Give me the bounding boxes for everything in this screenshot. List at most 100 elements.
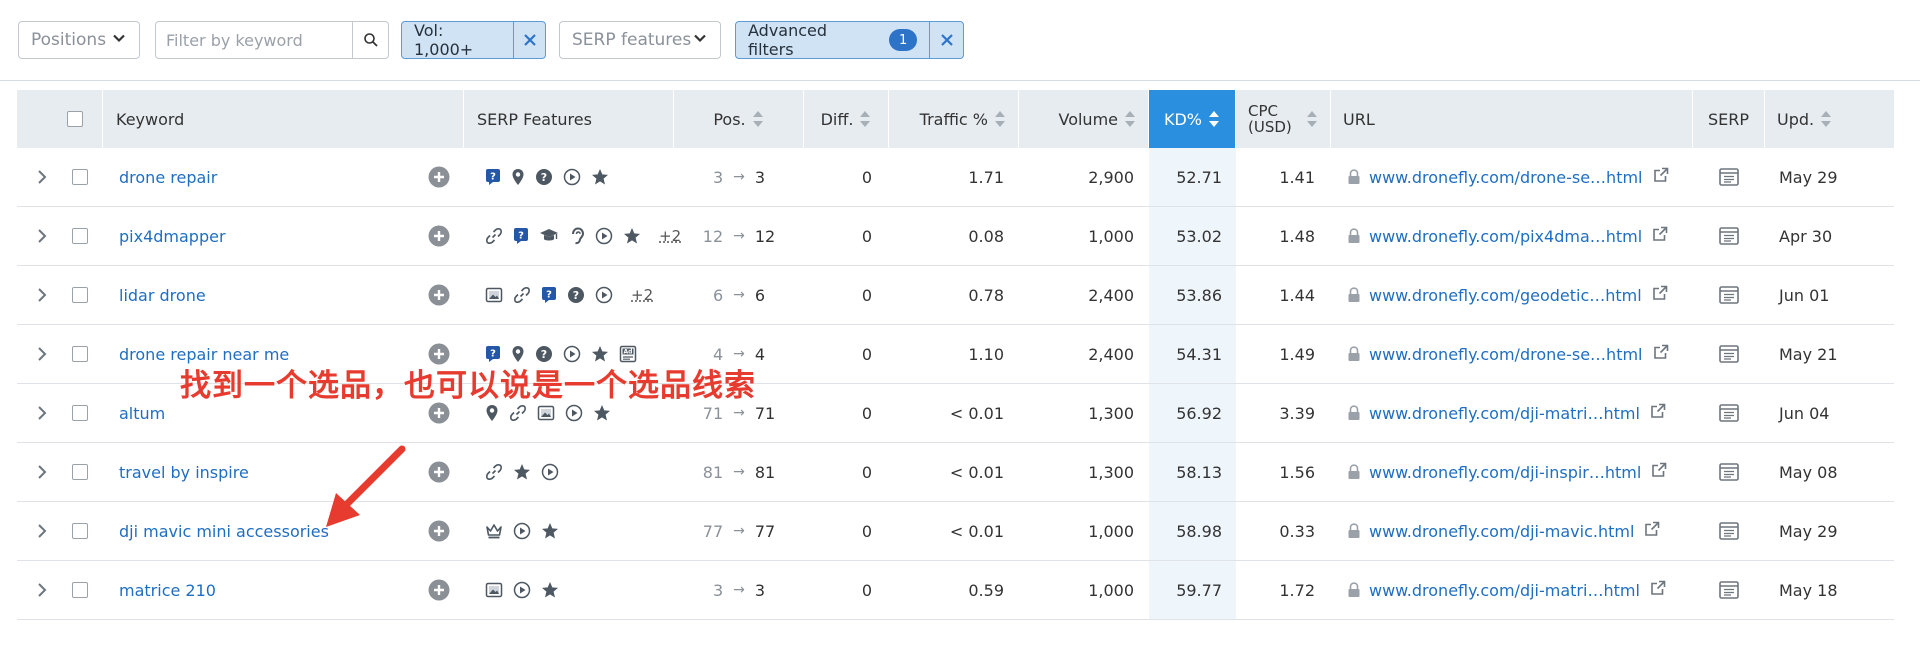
add-keyword-button[interactable] (428, 266, 450, 324)
row-checkbox[interactable] (72, 405, 88, 421)
row-checkbox[interactable] (72, 464, 88, 480)
col-volume-label: Volume (1058, 109, 1118, 129)
expand-row-button[interactable] (37, 207, 57, 265)
col-keyword[interactable]: Keyword (103, 90, 464, 148)
serp-snapshot-button[interactable] (1693, 325, 1765, 383)
remove-volume-filter-button[interactable] (513, 22, 545, 58)
sort-icon (1124, 109, 1136, 129)
url-cell: www.dronefly.com/geodetic…html (1347, 266, 1668, 324)
keyword-filter-input[interactable] (156, 22, 352, 58)
external-link-icon[interactable] (1652, 285, 1668, 305)
volume-value: 1,000 (1088, 580, 1134, 600)
expand-row-button[interactable] (37, 384, 57, 442)
question-feature-icon: ? (567, 286, 585, 304)
keyword-link[interactable]: matrice 210 (119, 561, 216, 619)
remove-advanced-filters-button[interactable] (929, 22, 963, 58)
col-serp: SERP (1693, 90, 1765, 148)
row-checkbox[interactable] (72, 287, 88, 303)
chevron-right-icon (38, 524, 47, 538)
external-link-icon[interactable] (1653, 344, 1669, 364)
url-link[interactable]: www.dronefly.com/drone-se…html (1369, 345, 1643, 364)
position-cell: 3 → 3 (674, 148, 804, 206)
serp-snapshot-button[interactable] (1693, 561, 1765, 619)
search-button[interactable] (352, 22, 388, 58)
row-checkbox[interactable] (72, 228, 88, 244)
external-link-icon[interactable] (1644, 521, 1660, 541)
expand-row-button[interactable] (37, 148, 57, 206)
row-checkbox[interactable] (72, 346, 88, 362)
expand-row-button[interactable] (37, 561, 57, 619)
url-link[interactable]: www.dronefly.com/geodetic…html (1369, 286, 1642, 305)
more-features-link[interactable]: +2 (631, 286, 653, 304)
external-link-icon[interactable] (1652, 226, 1668, 246)
col-kd[interactable]: KD% (1149, 90, 1236, 148)
sort-icon (859, 109, 871, 129)
serp-snapshot-button[interactable] (1693, 384, 1765, 442)
table-row: lidar drone?? +2 6 → 6 0 0.78 2,400 53.86 1.44 www… (17, 266, 1894, 325)
link-feature-icon (509, 404, 527, 422)
external-link-icon[interactable] (1650, 403, 1666, 423)
add-keyword-button[interactable] (428, 502, 450, 560)
col-pos[interactable]: Pos. (674, 90, 804, 148)
link-feature-icon (513, 286, 531, 304)
row-checkbox[interactable] (72, 582, 88, 598)
serp-snapshot-button[interactable] (1693, 148, 1765, 206)
keyword-link[interactable]: lidar drone (119, 266, 206, 324)
current-position: 71 (754, 403, 776, 423)
col-traffic[interactable]: Traffic % (889, 90, 1019, 148)
traffic-value: 1.10 (968, 344, 1004, 364)
col-upd-label: Upd. (1777, 109, 1815, 129)
url-link[interactable]: www.dronefly.com/drone-se…html (1369, 168, 1643, 187)
updated-date: May 08 (1779, 462, 1838, 482)
select-all-checkbox[interactable] (66, 111, 83, 127)
keyword-link[interactable]: drone repair (119, 148, 217, 206)
url-link[interactable]: www.dronefly.com/dji-matri…html (1369, 404, 1640, 423)
expand-row-button[interactable] (37, 502, 57, 560)
svg-text:?: ? (546, 290, 552, 301)
add-keyword-button[interactable] (428, 207, 450, 265)
col-cpc-label-line2: (USD) (1248, 118, 1292, 136)
add-keyword-button[interactable] (428, 148, 450, 206)
col-volume[interactable]: Volume (1019, 90, 1149, 148)
serp-features-dropdown[interactable]: SERP features (559, 21, 721, 59)
expand-row-button[interactable] (37, 266, 57, 324)
external-link-icon[interactable] (1651, 462, 1667, 482)
star-feature-icon (623, 227, 641, 245)
kd-value: 58.13 (1176, 462, 1222, 482)
external-link-icon[interactable] (1650, 580, 1666, 600)
volume-filter-chip[interactable]: Vol: 1,000+ (401, 21, 546, 59)
external-link-icon[interactable] (1653, 167, 1669, 187)
url-link[interactable]: www.dronefly.com/dji-mavic.html (1369, 522, 1634, 541)
col-url: URL (1331, 90, 1693, 148)
keyword-link[interactable]: dji mavic mini accessories (119, 502, 329, 560)
previous-position: 3 (712, 167, 724, 187)
serp-snapshot-button[interactable] (1693, 502, 1765, 560)
close-icon (523, 34, 536, 46)
url-link[interactable]: www.dronefly.com/dji-matri…html (1369, 581, 1640, 600)
add-keyword-button[interactable] (428, 561, 450, 619)
row-checkbox[interactable] (72, 169, 88, 185)
star-feature-icon (591, 168, 609, 186)
row-checkbox[interactable] (72, 523, 88, 539)
advanced-filters-chip[interactable]: Advanced filters 1 (735, 21, 964, 59)
col-diff[interactable]: Diff. (804, 90, 889, 148)
serp-snapshot-button[interactable] (1693, 443, 1765, 501)
lock-icon (1348, 228, 1360, 243)
updated-date: May 21 (1779, 344, 1838, 364)
expand-row-button[interactable] (37, 443, 57, 501)
col-cpc[interactable]: CPC (USD) (1236, 90, 1331, 148)
url-link[interactable]: www.dronefly.com/dji-inspir…html (1369, 463, 1641, 482)
keyword-link[interactable]: altum (119, 384, 165, 442)
col-upd[interactable]: Upd. (1765, 90, 1894, 148)
serp-snapshot-button[interactable] (1693, 207, 1765, 265)
positions-dropdown[interactable]: Positions (18, 21, 140, 59)
serp-snapshot-button[interactable] (1693, 266, 1765, 324)
keyword-link[interactable]: pix4dmapper (119, 207, 226, 265)
url-link[interactable]: www.dronefly.com/pix4dma…html (1369, 227, 1642, 246)
keyword-filter (155, 21, 389, 59)
serp-features-cell (485, 561, 559, 619)
chevron-right-icon (38, 347, 47, 361)
expand-row-button[interactable] (37, 325, 57, 383)
keyword-link[interactable]: travel by inspire (119, 443, 249, 501)
add-keyword-button[interactable] (428, 443, 450, 501)
